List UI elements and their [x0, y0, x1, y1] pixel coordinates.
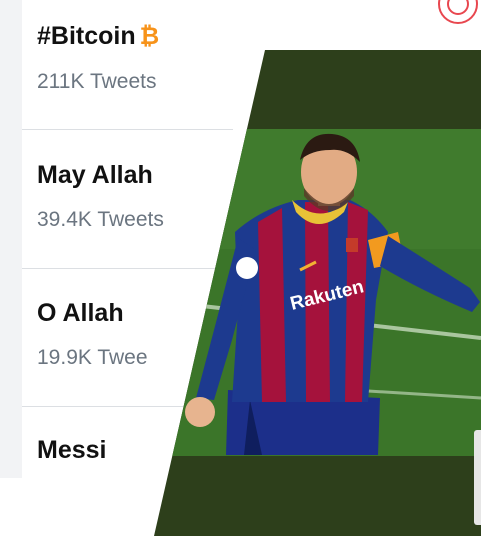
trend-title[interactable]: #Bitcoin ₿: [37, 22, 159, 51]
trend-tweet-count: 19.9K Twee: [37, 346, 148, 369]
trend-tweet-count: 39.4K Tweets: [37, 208, 164, 231]
trend-title[interactable]: O Allah: [37, 299, 124, 328]
trend-item-bitcoin[interactable]: [22, 0, 233, 129]
trend-title[interactable]: May Allah: [37, 161, 153, 190]
left-hand: [185, 397, 215, 427]
trend-title[interactable]: Messi: [37, 436, 106, 465]
trend-item-may-allah[interactable]: [22, 130, 233, 268]
scrollbar-handle[interactable]: [474, 430, 481, 525]
bitcoin-icon: ₿: [139, 23, 160, 50]
target-icon[interactable]: [438, 0, 478, 24]
trend-tweet-count: 211K Tweets: [37, 70, 157, 93]
